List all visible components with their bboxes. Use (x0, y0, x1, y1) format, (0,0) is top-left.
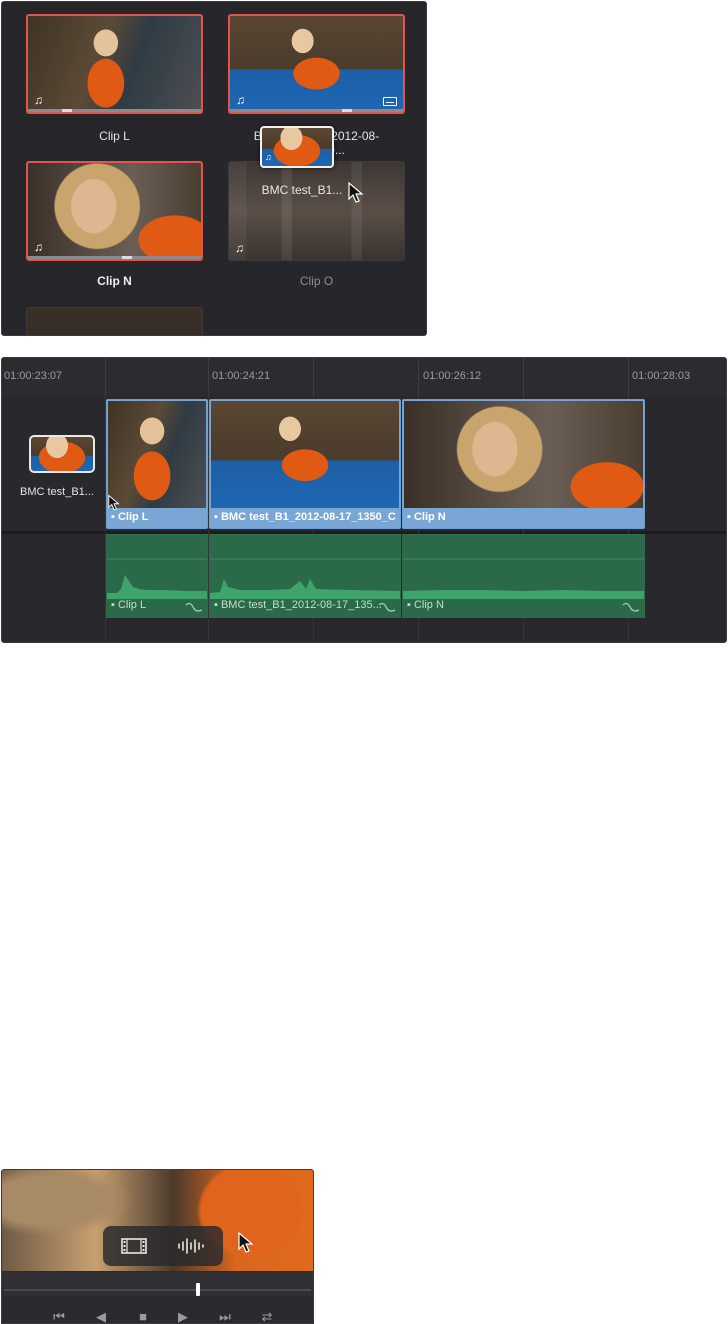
timeline-video-clip[interactable]: ▪ Clip L (106, 399, 208, 529)
timeline-panel: 01:00:23:07 01:00:24:21 01:00:26:12 01:0… (1, 357, 727, 643)
scrub-track[interactable] (4, 1289, 311, 1291)
drag-ghost-thumbnail: ♫ (260, 126, 334, 168)
viewer-scrub-bar[interactable] (2, 1272, 313, 1296)
media-pool-panel: ♫ Clip L ♫ BMC test_B1_2012-08-17_1350..… (1, 1, 427, 336)
clip-label: Clip L (99, 129, 130, 143)
timecode-label: 01:00:23:07 (4, 370, 63, 382)
clip-thumbnail[interactable] (26, 307, 203, 335)
scrub-bar (28, 109, 201, 112)
audio-waveform (210, 558, 400, 599)
viewer-panel: ⏮ ◀ ■ ▶ ⏭ ⇄ (1, 1169, 314, 1324)
play-icon[interactable]: ▶ (170, 1309, 196, 1323)
music-note-icon: ♫ (34, 240, 43, 254)
audio-waveform (107, 558, 207, 599)
media-clip-tile[interactable]: ♫ Clip L (26, 14, 203, 144)
clip-name: ▪ Clip N (407, 511, 446, 523)
media-clip-tile[interactable]: ♫ Clip O (228, 161, 405, 291)
timeline-audio-clip[interactable]: ▪ Clip L (106, 534, 208, 618)
stop-icon[interactable]: ■ (130, 1309, 156, 1323)
timeline-video-clip[interactable]: ▪ Clip N (402, 399, 645, 529)
clip-thumbnail (108, 401, 206, 508)
loop-icon[interactable]: ⇄ (254, 1309, 280, 1323)
timeline-video-clip[interactable]: ▪ BMC test_B1_2012-08-17_1350_C0... (209, 399, 401, 529)
clip-name: ▪ Clip N (407, 599, 444, 611)
clip-name: ▪ BMC test_B1_2012-08-17_135... (214, 599, 382, 611)
media-clip-tile[interactable]: ♫ BMC test_B1_2012-08-17_1350... (228, 14, 405, 157)
skip-to-end-icon[interactable]: ⏭ (212, 1309, 238, 1323)
volume-curve-icon (622, 602, 640, 612)
timecode-ruler[interactable]: 01:00:23:07 01:00:24:21 01:00:26:12 01:0… (2, 358, 726, 397)
dragged-clip-label: BMC test_B1... (20, 486, 94, 498)
timecode-label: 01:00:26:12 (423, 370, 482, 382)
timeline-audio-clip[interactable]: ▪ BMC test_B1_2012-08-17_135... (209, 534, 401, 618)
dragged-clip-thumbnail (29, 435, 95, 473)
media-clip-tile[interactable]: ♫ Clip N (26, 161, 203, 291)
volume-curve-icon (378, 602, 396, 612)
clip-thumbnail[interactable]: ♫ (26, 161, 203, 261)
music-note-icon: ♫ (236, 93, 245, 107)
drag-target-overlay (103, 1226, 223, 1266)
skip-to-start-icon[interactable]: ⏮ (46, 1309, 72, 1323)
clip-name: ▪ BMC test_B1_2012-08-17_1350_C0... (214, 511, 396, 523)
music-note-icon: ♫ (265, 152, 272, 162)
timeline-audio-clip[interactable]: ▪ Clip N (402, 534, 645, 618)
clip-label: Clip N (97, 274, 132, 288)
scrub-bar (28, 256, 201, 259)
transport-controls: ⏮ ◀ ■ ▶ ⏭ ⇄ (2, 1296, 313, 1323)
mouse-cursor-icon (348, 182, 364, 203)
subtitle-icon (383, 97, 397, 106)
clip-thumbnail (404, 401, 643, 508)
scrub-bar (230, 109, 403, 112)
media-clip-tile[interactable] (26, 307, 203, 335)
music-note-icon: ♫ (34, 93, 43, 107)
music-note-icon: ♫ (235, 241, 244, 255)
clip-thumbnail[interactable]: ♫ (228, 14, 405, 114)
timecode-label: 01:00:28:03 (632, 370, 691, 382)
clip-thumbnail[interactable]: ♫ (26, 14, 203, 114)
film-strip-icon[interactable] (121, 1238, 147, 1254)
mouse-cursor-icon (108, 494, 120, 511)
playhead[interactable] (196, 1283, 200, 1296)
audio-waveform-icon[interactable] (177, 1237, 205, 1255)
timecode-label: 01:00:24:21 (212, 370, 271, 382)
clip-name: ▪ Clip L (111, 511, 149, 523)
clip-thumbnail[interactable]: ♫ (228, 161, 405, 261)
clip-name: ▪ Clip L (111, 599, 147, 611)
mouse-cursor-icon (238, 1232, 254, 1253)
clip-label: Clip O (299, 274, 334, 288)
clip-thumbnail (211, 401, 399, 508)
play-reverse-icon[interactable]: ◀ (88, 1309, 114, 1323)
audio-waveform (403, 558, 644, 599)
volume-curve-icon (185, 602, 203, 612)
